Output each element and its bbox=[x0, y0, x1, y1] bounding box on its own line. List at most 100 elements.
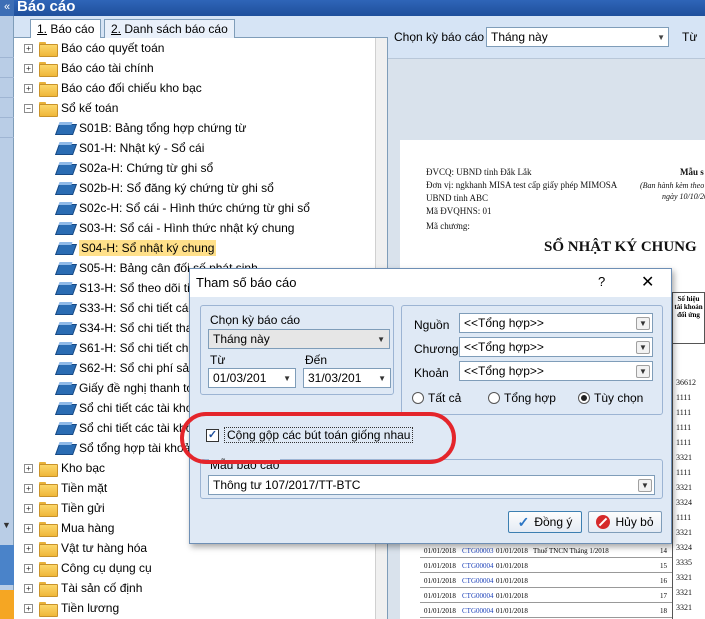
from-date-picker[interactable]: 01/03/201 ▼ bbox=[208, 368, 296, 388]
tree-report-item[interactable]: S03-H: Sổ cái - Hình thức nhật ký chung bbox=[56, 218, 294, 238]
left-collapsed-strip: « ▼ bbox=[0, 0, 14, 619]
tree-folder-item[interactable]: + Tiền mặt bbox=[24, 478, 107, 498]
row-cell-doc: CTG00004 bbox=[462, 562, 494, 570]
expand-icon[interactable]: + bbox=[24, 523, 33, 533]
tab-number: 2. bbox=[111, 22, 122, 36]
tree-folder-item[interactable]: + Công cụ dụng cụ bbox=[24, 558, 152, 578]
dialog-title-bar: Tham số báo cáo ? ✕ bbox=[190, 269, 671, 297]
tree-folder-item[interactable]: + Kho bạc bbox=[24, 458, 105, 478]
tree-folder-item[interactable]: + Tiền lương bbox=[24, 598, 119, 618]
ok-button[interactable]: ✓ Đồng ý bbox=[508, 511, 582, 533]
source-select[interactable]: <<Tổng hợp>> ▼ bbox=[459, 313, 653, 333]
expand-icon[interactable]: + bbox=[24, 503, 33, 513]
item-select[interactable]: <<Tổng hợp>> ▼ bbox=[459, 361, 653, 381]
tree-report-item[interactable]: Sổ tổng hợp tài khoả bbox=[56, 438, 190, 458]
radio-summary[interactable]: Tổng hợp bbox=[488, 391, 556, 405]
report-book-icon bbox=[56, 422, 74, 434]
expand-icon[interactable]: + bbox=[24, 483, 33, 493]
tree-item-label: Giấy đề nghị thanh toá bbox=[79, 381, 200, 395]
tree-report-item[interactable]: S01B: Bảng tổng hợp chứng từ bbox=[56, 118, 246, 138]
radio-all[interactable]: Tất cả bbox=[412, 391, 461, 405]
tree-report-item[interactable]: Sổ chi tiết các tài khoả bbox=[56, 398, 199, 418]
tree-report-item[interactable]: S62-H: Sổ chi phí sản bbox=[56, 358, 196, 378]
period-group: Chọn kỳ báo cáo Tháng này ▼ Từ Đến 01/03… bbox=[200, 305, 394, 395]
expand-icon[interactable]: + bbox=[24, 543, 33, 553]
row-cell-date2: 01/01/2018 bbox=[496, 577, 528, 585]
tree-item-label: S33-H: Sổ chi tiết các bbox=[79, 301, 195, 315]
tree-report-item[interactable]: S04-H: Sổ nhật ký chung bbox=[56, 238, 217, 258]
tree-folder-item[interactable]: + Tài sản cố định bbox=[24, 578, 142, 598]
radio-custom[interactable]: Tùy chọn bbox=[578, 391, 643, 405]
template-value: Thông tư 107/2017/TT-BTC bbox=[213, 478, 361, 492]
tree-folder-item[interactable]: + Báo cáo tài chính bbox=[24, 58, 154, 78]
tree-item-label: Sổ tổng hợp tài khoả bbox=[79, 441, 191, 455]
tree-report-item[interactable]: S13-H: Sổ theo dõi tiền bbox=[56, 278, 203, 298]
collapse-double-chevron-icon[interactable]: « bbox=[0, 0, 14, 16]
from-label: Từ bbox=[682, 30, 698, 44]
tree-report-item[interactable]: S34-H: Sổ chi tiết thanh bbox=[56, 318, 206, 338]
expand-icon[interactable]: + bbox=[24, 603, 33, 613]
strip-block bbox=[0, 545, 14, 585]
report-toolbar: Chọn kỳ báo cáo Tháng này ▼ Từ bbox=[388, 16, 705, 58]
tree-folder-item[interactable]: + Báo cáo quyết toán bbox=[24, 38, 164, 58]
chapter-select[interactable]: <<Tổng hợp>> ▼ bbox=[459, 337, 653, 357]
chevron-down-icon: ▼ bbox=[636, 365, 650, 378]
collapse-icon[interactable]: − bbox=[24, 103, 33, 113]
expand-icon[interactable]: + bbox=[24, 583, 33, 593]
expand-icon[interactable]: + bbox=[24, 463, 33, 473]
chevron-down-icon: ▼ bbox=[377, 335, 385, 344]
expand-icon[interactable]: + bbox=[24, 43, 33, 53]
close-icon[interactable]: ✕ bbox=[641, 272, 654, 292]
to-date-picker[interactable]: 31/03/201 ▼ bbox=[303, 368, 391, 388]
report-book-icon bbox=[56, 142, 74, 154]
tree-report-item[interactable]: S02c-H: Sổ cái - Hình thức chứng từ ghi … bbox=[56, 198, 310, 218]
tree-report-item[interactable]: S02b-H: Sổ đăng ký chứng từ ghi sổ bbox=[56, 178, 274, 198]
row-cell-date: 01/01/2018 bbox=[424, 577, 456, 585]
to-date-value: 31/03/201 bbox=[308, 371, 362, 385]
tree-report-item[interactable]: S33-H: Sổ chi tiết các bbox=[56, 298, 194, 318]
cancel-button[interactable]: Hủy bỏ bbox=[588, 511, 662, 533]
tree-folder-item[interactable]: + Tiền gửi bbox=[24, 498, 105, 518]
ledger-account-value: 1111 bbox=[676, 393, 692, 402]
source-value: <<Tổng hợp>> bbox=[464, 316, 544, 330]
template-select[interactable]: Thông tư 107/2017/TT-BTC ▼ bbox=[208, 475, 655, 495]
row-cell-stt: 17 bbox=[660, 592, 667, 600]
tab-report[interactable]: 1. Báo cáo bbox=[30, 19, 102, 39]
tree-folder-item[interactable]: + Vật tư hàng hóa bbox=[24, 538, 147, 558]
dialog-period-select[interactable]: Tháng này ▼ bbox=[208, 329, 390, 349]
tree-report-item[interactable]: S61-H: Sổ chi tiết chi p bbox=[56, 338, 201, 358]
tab-report-list[interactable]: 2. Danh sách báo cáo bbox=[104, 19, 235, 38]
tree-report-item[interactable]: Giấy đề nghị thanh toá bbox=[56, 378, 200, 398]
tab-number: 1. bbox=[37, 22, 48, 36]
tree-report-item[interactable]: S01-H: Nhật ký - Sổ cái bbox=[56, 138, 204, 158]
template-label: Mẫu báo cáo bbox=[209, 458, 281, 472]
tree-report-item[interactable]: S02a-H: Chứng từ ghi sổ bbox=[56, 158, 213, 178]
report-book-icon bbox=[56, 222, 74, 234]
period-select[interactable]: Tháng này ▼ bbox=[486, 27, 669, 47]
expand-icon[interactable]: + bbox=[24, 563, 33, 573]
merge-entries-checkbox[interactable]: ✓ Cộng gộp các bút toán giống nhau bbox=[206, 427, 414, 443]
help-icon[interactable]: ? bbox=[598, 274, 605, 289]
radio-summary-label: Tổng hợp bbox=[504, 391, 556, 405]
strip-segment bbox=[0, 78, 14, 98]
tree-folder-item[interactable]: − Sổ kế toán bbox=[24, 98, 118, 118]
strip-segment bbox=[0, 118, 14, 138]
tree-item-label: S62-H: Sổ chi phí sản bbox=[79, 361, 196, 375]
ledger-account-value: 1111 bbox=[676, 423, 692, 432]
tree-report-item[interactable]: Sổ chi tiết các tài kho bbox=[56, 418, 192, 438]
report-book-icon bbox=[56, 382, 74, 394]
chevron-down-icon: ▼ bbox=[657, 33, 665, 42]
strip-segment bbox=[0, 58, 14, 78]
report-book-icon bbox=[56, 282, 74, 294]
tree-folder-item[interactable]: + Mua hàng bbox=[24, 518, 114, 538]
tree-folder-item[interactable]: + Báo cáo đối chiếu kho bạc bbox=[24, 78, 202, 98]
expand-icon[interactable]: + bbox=[24, 83, 33, 93]
folder-icon bbox=[39, 61, 58, 77]
report-book-icon bbox=[56, 262, 74, 274]
folder-icon bbox=[39, 81, 58, 97]
checkbox-check-icon[interactable]: ✓ bbox=[206, 428, 219, 442]
report-book-icon bbox=[56, 122, 74, 134]
expand-icon[interactable]: + bbox=[24, 63, 33, 73]
folder-icon bbox=[39, 521, 58, 537]
chevron-down-icon[interactable]: ▼ bbox=[2, 520, 11, 530]
